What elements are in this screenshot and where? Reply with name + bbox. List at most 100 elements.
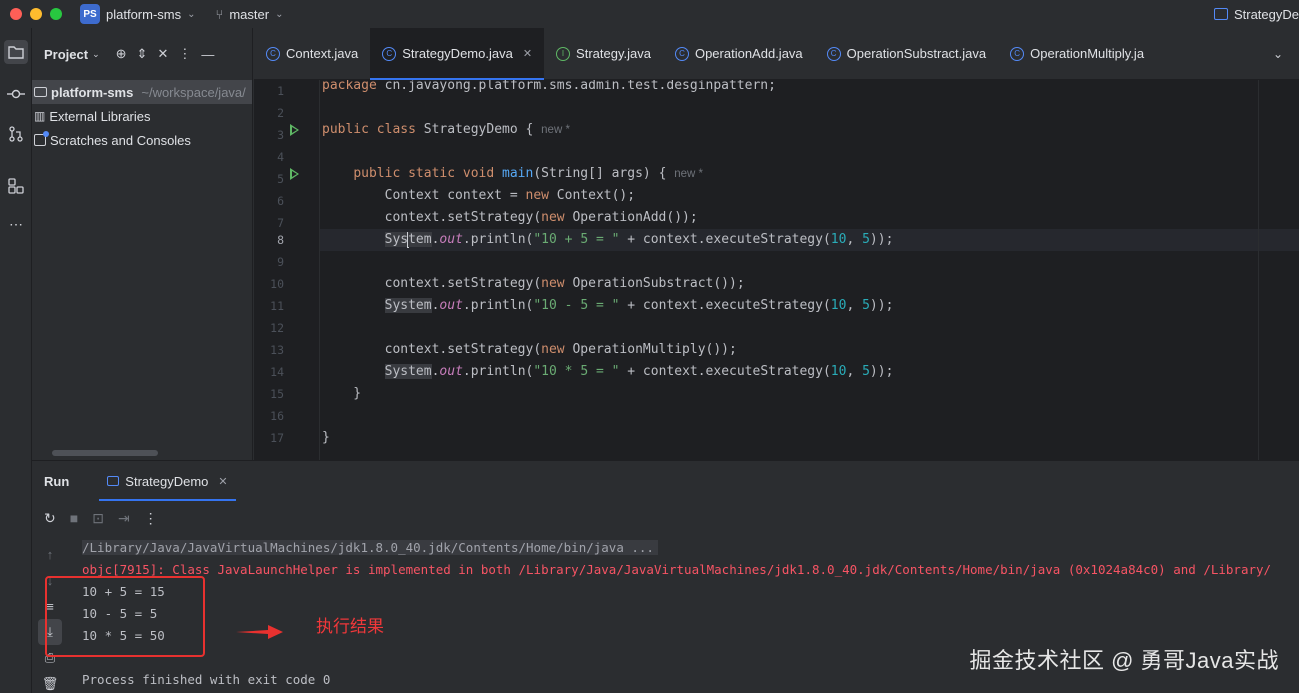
- locate-icon[interactable]: ⊕: [116, 46, 127, 62]
- library-icon: ▥: [34, 109, 46, 123]
- pull-requests-icon[interactable]: [4, 122, 28, 146]
- code-line-11: System.out.println("10 - 5 = " + context…: [384, 298, 894, 313]
- tab-run-strategydemo[interactable]: StrategyDemo ✕: [99, 461, 236, 501]
- rerun-icon[interactable]: ↻: [44, 510, 56, 527]
- result-highlight-box: [45, 576, 205, 657]
- hide-icon[interactable]: —: [201, 47, 214, 62]
- tab-label: OperationMultiply.ja: [1030, 46, 1145, 61]
- interface-icon: I: [556, 46, 571, 61]
- tab-operationmultiply-java[interactable]: C OperationMultiply.ja: [998, 28, 1156, 80]
- annotation-label: 执行结果: [316, 617, 384, 636]
- line-number: 2: [277, 106, 284, 120]
- project-tool-icon[interactable]: [4, 40, 28, 64]
- commit-icon[interactable]: [4, 82, 28, 106]
- watermark: 掘金技术社区 @ 勇哥Java实战: [969, 648, 1279, 673]
- run-config-icon: [107, 476, 120, 486]
- class-icon: C: [826, 46, 841, 61]
- chevron-down-icon[interactable]: ⌄: [275, 9, 283, 20]
- trash-icon[interactable]: 🗑: [38, 671, 62, 693]
- chevron-down-icon[interactable]: ⌄: [92, 49, 100, 60]
- tool-window-strip: ⋯: [0, 28, 32, 693]
- run-config-widget[interactable]: StrategyDe: [1213, 0, 1299, 28]
- exit-icon[interactable]: ⇥: [118, 510, 130, 527]
- console-line: /Library/Java/JavaVirtualMachines/jdk1.8…: [82, 537, 1299, 559]
- inlay-hint: new *: [674, 168, 704, 180]
- camera-icon[interactable]: ⊡: [92, 510, 104, 527]
- arrow-right-icon: [236, 625, 283, 639]
- run-toolbar: ↻ ■ ⊡ ⇥ ⋮: [32, 501, 1299, 535]
- run-panel-header: Run StrategyDemo ✕: [32, 461, 1299, 501]
- line-number: 12: [270, 321, 284, 335]
- close-window-button[interactable]: [10, 8, 22, 20]
- more-options-icon[interactable]: ⋮: [144, 510, 158, 527]
- window-controls: [10, 8, 62, 20]
- options-icon[interactable]: ⋮: [178, 46, 191, 62]
- line-number: 13: [270, 343, 284, 357]
- line-gutter: 1 2 3 4 5 6 7 8 9 10 11 12 13 14 15 16 1…: [254, 80, 320, 460]
- tab-operationsubstract-java[interactable]: C OperationSubstract.java: [815, 28, 998, 80]
- arrow-up-icon[interactable]: ↑: [38, 541, 62, 567]
- class-icon: C: [1010, 46, 1025, 61]
- line-number: 16: [270, 409, 284, 423]
- tab-strategydemo-java[interactable]: C StrategyDemo.java ✕: [370, 27, 545, 80]
- collapse-all-icon[interactable]: ✕: [157, 46, 168, 62]
- run-config-icon: [1213, 8, 1228, 20]
- run-gutter-icon[interactable]: [290, 124, 299, 136]
- tree-item-project-root[interactable]: platform-sms ~/workspace/java/: [32, 80, 252, 104]
- title-bar: PS platform-sms ⌄ ⑂ master ⌄ StrategyDe: [0, 0, 1299, 28]
- folder-icon: [34, 87, 47, 97]
- tab-operationadd-java[interactable]: C OperationAdd.java: [663, 28, 815, 80]
- zoom-window-button[interactable]: [50, 8, 62, 20]
- gutter-divider: [319, 80, 320, 460]
- close-tab-icon[interactable]: ✕: [218, 475, 227, 488]
- line-number: 5: [277, 172, 284, 186]
- project-switcher[interactable]: platform-sms: [106, 7, 181, 22]
- class-icon: C: [382, 46, 397, 61]
- line-number: 11: [270, 299, 284, 313]
- branch-switcher[interactable]: master: [229, 7, 269, 22]
- console-line: objc[7915]: Class JavaLaunchHelper is im…: [82, 562, 1272, 577]
- tab-strategy-java[interactable]: I Strategy.java: [544, 28, 663, 80]
- code-line-1: package cn.javayong.platform.sms.admin.t…: [322, 80, 776, 93]
- project-panel-header: Project ⌄ ⊕ ⇕ ✕ ⋮ —: [32, 28, 252, 80]
- expand-all-icon[interactable]: ⇕: [137, 46, 148, 62]
- run-tab-label: StrategyDemo: [125, 473, 209, 489]
- tab-label: Context.java: [286, 46, 359, 61]
- minimize-window-button[interactable]: [30, 8, 42, 20]
- close-tab-icon[interactable]: ✕: [523, 47, 532, 60]
- line-number: 6: [277, 194, 284, 208]
- chevron-down-icon[interactable]: ⌄: [187, 9, 195, 20]
- line-number: 8: [277, 233, 284, 247]
- code-line-13: context.setStrategy(new OperationMultipl…: [322, 342, 737, 357]
- code-line-15: }: [322, 386, 362, 401]
- structure-icon[interactable]: [4, 174, 28, 198]
- class-icon: C: [266, 46, 280, 61]
- code-line-3: public class StrategyDemo { new *: [322, 122, 570, 137]
- tab-context-java[interactable]: C Context.java: [254, 28, 370, 80]
- code-editor[interactable]: 1 2 3 4 5 6 7 8 9 10 11 12 13 14 15 16 1…: [254, 80, 1299, 460]
- run-gutter-icon[interactable]: [290, 168, 299, 180]
- code-line-6: Context context = new Context();: [322, 188, 636, 203]
- tree-item-scratches[interactable]: Scratches and Consoles: [32, 128, 252, 152]
- project-badge-icon[interactable]: PS: [80, 4, 100, 24]
- tab-label: OperationSubstract.java: [846, 46, 987, 61]
- tree-item-external-libraries[interactable]: ▥ External Libraries: [32, 104, 252, 128]
- line-number: 15: [270, 387, 284, 401]
- tree-item-label: External Libraries: [49, 108, 151, 124]
- class-icon: C: [674, 46, 689, 61]
- horizontal-scrollbar[interactable]: [52, 450, 158, 456]
- line-number: 17: [270, 431, 284, 445]
- tree-item-label: Scratches and Consoles: [50, 132, 191, 148]
- line-number: 1: [277, 84, 284, 98]
- tab-label: OperationAdd.java: [694, 46, 803, 61]
- tabs-overflow-chevron-icon[interactable]: ⌄: [1273, 47, 1283, 61]
- more-tools-icon[interactable]: ⋯: [4, 212, 28, 236]
- code-line-8: System.out.println("10 + 5 = " + context…: [384, 231, 894, 248]
- editor-tabs: C Context.java C StrategyDemo.java ✕ I S…: [254, 27, 1299, 80]
- branch-icon[interactable]: ⑂: [216, 7, 224, 22]
- project-panel-title[interactable]: Project: [44, 47, 88, 62]
- inlay-hint: new *: [541, 124, 570, 136]
- console-line: 10 + 5 = 15: [82, 584, 165, 599]
- stop-icon[interactable]: ■: [70, 510, 78, 526]
- code-line-14: System.out.println("10 * 5 = " + context…: [384, 364, 894, 379]
